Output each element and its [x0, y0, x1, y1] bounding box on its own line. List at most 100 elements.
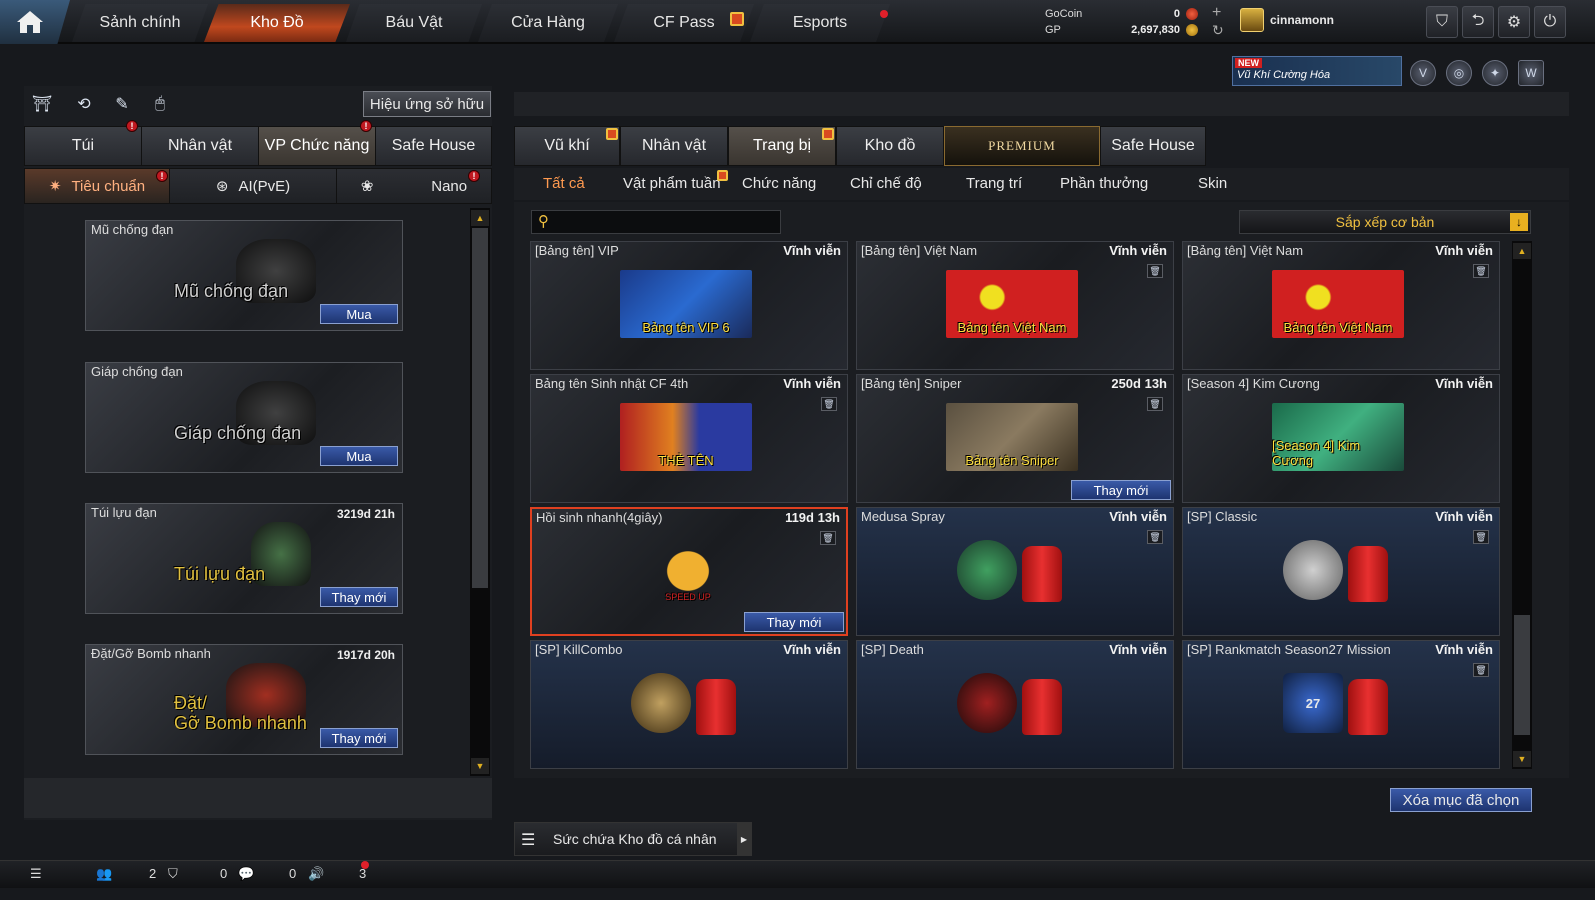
category-all[interactable]: Tất cả: [543, 175, 585, 192]
left-scrollbar[interactable]: ▲ ▼: [470, 208, 490, 776]
item-name: [Bảng tên] Việt Nam: [861, 243, 978, 258]
trash-icon[interactable]: 🗑: [1147, 397, 1163, 411]
tab-character[interactable]: Nhân vật: [141, 126, 259, 166]
trash-icon[interactable]: 🗑: [820, 531, 836, 545]
item-name: [Bảng tên] Sniper: [861, 376, 962, 391]
item-card[interactable]: Bảng tên Sinh nhật CF 4th Vĩnh viễn 🗑 TH…: [530, 374, 848, 503]
exit-room-button[interactable]: ⮌: [1462, 6, 1494, 38]
nav-treasure[interactable]: Báu Vật: [346, 4, 482, 42]
trash-icon[interactable]: 🗑: [1147, 264, 1163, 278]
tab-storage[interactable]: Kho đồ: [836, 126, 944, 166]
menu-list-icon[interactable]: ☰: [30, 866, 42, 882]
character-edit-icon[interactable]: ✎: [110, 92, 134, 116]
spray-can-icon: [696, 679, 736, 735]
scroll-thumb[interactable]: [472, 228, 488, 588]
trash-icon[interactable]: 🗑: [1473, 264, 1489, 278]
delete-selected-button[interactable]: Xóa mục đã chọn: [1390, 788, 1532, 812]
add-coin-icon[interactable]: +: [1212, 4, 1221, 22]
buy-button[interactable]: Mua: [320, 304, 398, 324]
vip-icon[interactable]: V: [1410, 60, 1436, 86]
category-skin[interactable]: Skin: [1198, 175, 1227, 192]
trash-icon[interactable]: 🗑: [1473, 530, 1489, 544]
scroll-down-icon[interactable]: ▼: [1513, 751, 1531, 767]
capacity-bar[interactable]: ☰ Sức chứa Kho đồ cá nhân ▶: [514, 822, 752, 856]
settings-button[interactable]: ⚙: [1498, 6, 1530, 38]
search-input[interactable]: ⚲: [531, 210, 781, 234]
list-item[interactable]: Giáp chống đạn Giáp chống đạn Mua: [85, 362, 403, 473]
clan-button[interactable]: ⛉: [1426, 6, 1458, 38]
right-scrollbar[interactable]: ▲ ▼: [1512, 241, 1532, 769]
history-icon[interactable]: ⟲: [72, 92, 96, 116]
mouse-icon[interactable]: 🖱: [148, 92, 172, 116]
power-button[interactable]: ⏻: [1534, 6, 1566, 38]
category-decoration[interactable]: Trang trí: [966, 175, 1022, 192]
item-card[interactable]: [SP] Rankmatch Season27 Mission Vĩnh viễ…: [1182, 640, 1500, 769]
category-function[interactable]: Chức năng: [742, 175, 816, 192]
scroll-down-icon[interactable]: ▼: [471, 758, 489, 774]
currency-labels: GoCoin GP: [1045, 6, 1082, 38]
gift-box-icon[interactable]: ⛩: [30, 92, 54, 116]
tab-vp-function[interactable]: VP Chức năng: [258, 126, 376, 166]
clan-icon[interactable]: ⛉: [168, 866, 178, 882]
item-card[interactable]: [Season 4] Kim Cương Vĩnh viễn [Season 4…: [1182, 374, 1500, 503]
scroll-thumb[interactable]: [1514, 615, 1530, 735]
renew-button[interactable]: Thay mới: [744, 612, 844, 632]
list-item[interactable]: Mũ chống đạn Mũ chống đạn Mua: [85, 220, 403, 331]
scroll-up-icon[interactable]: ▲: [471, 210, 489, 226]
home-button[interactable]: [0, 0, 70, 44]
item-card[interactable]: [SP] Classic Vĩnh viễn 🗑: [1182, 507, 1500, 636]
tab-character-label: Nhân vật: [167, 137, 233, 154]
trash-icon[interactable]: 🗑: [1147, 530, 1163, 544]
list-item[interactable]: Đặt/Gỡ Bomb nhanh 1917d 20h Đặt/ Gỡ Bomb…: [85, 644, 403, 755]
expand-arrow-icon[interactable]: ▶: [737, 823, 751, 855]
tab-safe-house-right[interactable]: Safe House: [1100, 126, 1206, 166]
category-weekly[interactable]: Vật phẩm tuần: [623, 175, 721, 192]
item-card[interactable]: [Bảng tên] Việt Nam Vĩnh viễn 🗑 Bảng tên…: [856, 241, 1174, 370]
user-profile[interactable]: cinnamonn: [1240, 8, 1334, 32]
item-card[interactable]: [Bảng tên] Việt Nam Vĩnh viễn 🗑 Bảng tên…: [1182, 241, 1500, 370]
tab-weapons[interactable]: Vũ khí: [514, 126, 620, 166]
category-rewards[interactable]: Phần thưởng: [1060, 175, 1148, 192]
nav-esports[interactable]: Esports: [750, 4, 890, 42]
nav-inventory[interactable]: Kho Đồ: [204, 4, 350, 42]
speaker-icon[interactable]: 🔊: [308, 866, 324, 882]
nav-lobby-label: Sảnh chính: [99, 14, 181, 31]
item-card[interactable]: Medusa Spray Vĩnh viễn 🗑: [856, 507, 1174, 636]
renew-button[interactable]: Thay mới: [1071, 480, 1171, 500]
tab-characters[interactable]: Nhân vật: [620, 126, 728, 166]
trash-icon[interactable]: 🗑: [1473, 663, 1489, 677]
nav-lobby[interactable]: Sảnh chính: [72, 4, 208, 42]
item-card[interactable]: [Bảng tên] Sniper 250d 13h 🗑 Bảng tên Sn…: [856, 374, 1174, 503]
w-logo-icon[interactable]: W: [1518, 60, 1544, 86]
refresh-icon[interactable]: ↻: [1212, 22, 1224, 39]
nav-shop[interactable]: Cửa Hàng: [478, 4, 618, 42]
tab-premium[interactable]: PREMIUM: [944, 126, 1100, 166]
promo-banner[interactable]: NEW Vũ Khí Cường Hóa: [1232, 56, 1402, 86]
subtab-ai-pve[interactable]: ⊛ AI(PvE): [169, 168, 337, 204]
item-name: Bảng tên Sinh nhật CF 4th: [535, 376, 689, 391]
buy-button[interactable]: Mua: [320, 446, 398, 466]
item-card-selected[interactable]: Hồi sinh nhanh(4giây) 119d 13h 🗑 SPEED U…: [530, 507, 848, 636]
chat-icon[interactable]: 💬: [238, 866, 254, 882]
tab-safe-house[interactable]: Safe House: [375, 126, 492, 166]
renew-button[interactable]: Thay mới: [320, 587, 398, 607]
list-item[interactable]: Túi lựu đạn 3219d 21h Túi lựu đạn Thay m…: [85, 503, 403, 614]
tab-equipment[interactable]: Trang bị: [728, 126, 836, 166]
renew-button[interactable]: Thay mới: [320, 728, 398, 748]
sniper-nameplate-image: Bảng tên Sniper: [946, 403, 1078, 471]
item-name: [SP] KillCombo: [535, 642, 623, 657]
owned-effects-button[interactable]: Hiệu ứng sở hữu: [363, 91, 491, 117]
scroll-up-icon[interactable]: ▲: [1513, 243, 1531, 259]
subtab-standard[interactable]: ✷ Tiêu chuẩn: [24, 168, 170, 204]
target-icon[interactable]: ◎: [1446, 60, 1472, 86]
trash-icon[interactable]: 🗑: [821, 397, 837, 411]
tab-bag[interactable]: Túi: [24, 126, 142, 166]
sort-dropdown[interactable]: Sắp xếp cơ bản ↓: [1239, 210, 1531, 234]
star-badge-icon[interactable]: ✦: [1482, 60, 1508, 86]
friends-icon[interactable]: 👥: [96, 866, 112, 882]
notification-dot: [361, 861, 369, 869]
item-card[interactable]: [SP] Death Vĩnh viễn: [856, 640, 1174, 769]
category-mode-only[interactable]: Chỉ chế độ: [850, 175, 922, 192]
item-card[interactable]: [Bảng tên] VIP Vĩnh viễn Bảng tên VIP 6: [530, 241, 848, 370]
item-card[interactable]: [SP] KillCombo Vĩnh viễn: [530, 640, 848, 769]
